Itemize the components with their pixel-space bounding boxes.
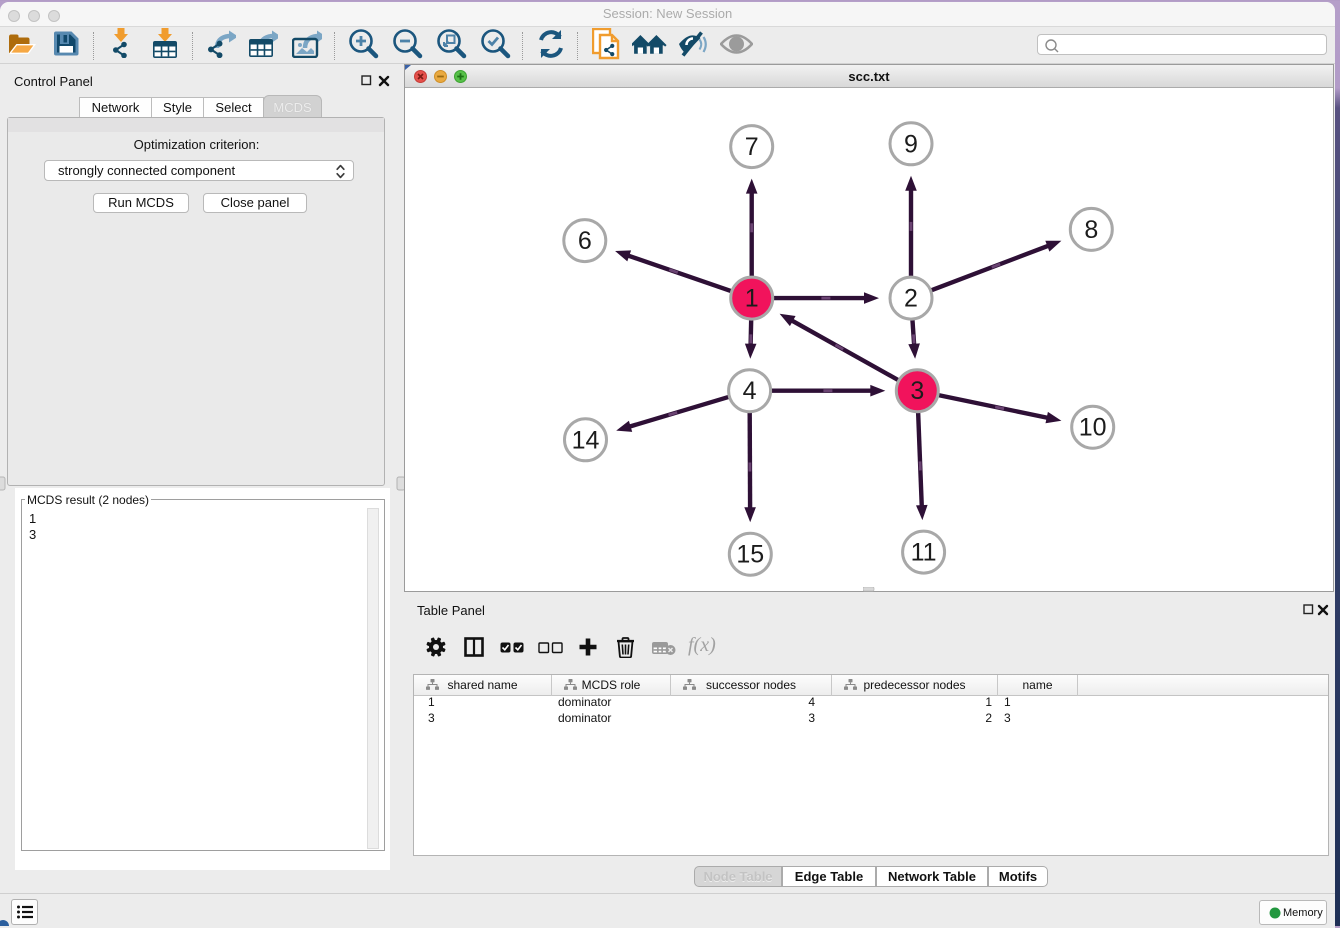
svg-text:11: 11 [911,539,937,567]
svg-text:6: 6 [578,227,592,255]
svg-text:10: 10 [1079,414,1107,442]
svg-text:2: 2 [904,285,918,313]
svg-text:3: 3 [910,377,924,405]
svg-text:4: 4 [743,377,757,405]
svg-text:15: 15 [736,541,764,569]
svg-text:1: 1 [745,285,759,313]
svg-text:8: 8 [1084,216,1098,244]
svg-text:7: 7 [745,133,759,161]
svg-text:14: 14 [572,426,600,454]
svg-text:9: 9 [904,130,918,158]
